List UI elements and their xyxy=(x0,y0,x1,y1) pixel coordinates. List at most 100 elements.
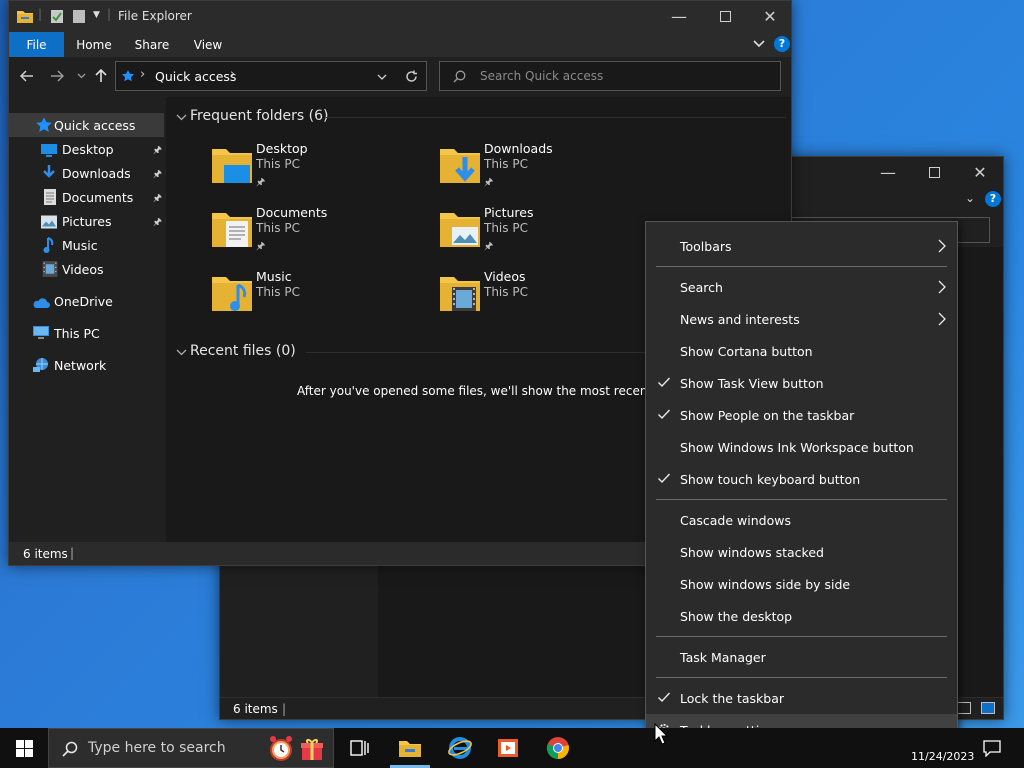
refresh-icon[interactable] xyxy=(405,70,418,83)
forward-arrow-icon[interactable] xyxy=(50,70,64,82)
sidebar-item-network[interactable]: Network xyxy=(9,353,164,377)
menu-item-show-cortana-button[interactable]: Show Cortana button xyxy=(646,335,957,367)
task-view-button[interactable] xyxy=(336,728,384,768)
music-folder-icon xyxy=(212,277,252,311)
expand-ribbon-icon[interactable] xyxy=(753,39,765,49)
folder-name: Music xyxy=(256,269,292,284)
menu-item-label: Toolbars xyxy=(680,238,732,254)
menu-item-show-people-on-the-taskbar[interactable]: Show People on the taskbar xyxy=(646,399,957,431)
file-explorer-icon[interactable] xyxy=(16,8,34,24)
sidebar-item-documents[interactable]: Documents 🖈 xyxy=(9,185,164,209)
properties-icon[interactable] xyxy=(50,9,64,24)
navigation-bar: › Quick access › Search Quick access xyxy=(9,57,791,97)
alarm-clock-icon[interactable] xyxy=(268,735,294,763)
sidebar-item-this-pc[interactable]: This PC xyxy=(9,321,164,345)
search-icon xyxy=(62,741,78,757)
menu-item-news-and-interests[interactable]: News and interests xyxy=(646,303,957,335)
close-button[interactable]: ✕ xyxy=(957,157,1003,187)
sidebar-item-videos[interactable]: Videos xyxy=(9,257,164,281)
sidebar-item-quick-access[interactable]: Quick access xyxy=(9,113,164,137)
folder-tile-downloads[interactable]: Downloads This PC 🖈 xyxy=(438,139,658,195)
frequent-folders-header[interactable]: Frequent folders (6) xyxy=(190,108,329,124)
sidebar-item-music[interactable]: Music xyxy=(9,233,164,257)
task-view-icon xyxy=(350,740,369,756)
menu-item-show-touch-keyboard-button[interactable]: Show touch keyboard button xyxy=(646,463,957,495)
search-box[interactable]: Search Quick access xyxy=(439,61,781,91)
sidebar-item-pictures[interactable]: Pictures 🖈 xyxy=(9,209,164,233)
menu-item-show-windows-ink-workspace-button[interactable]: Show Windows Ink Workspace button xyxy=(646,431,957,463)
folder-tile-pictures[interactable]: Pictures This PC 🖈 xyxy=(438,203,658,259)
maximize-button[interactable] xyxy=(911,157,957,187)
recent-files-header[interactable]: Recent files (0) xyxy=(190,343,296,359)
tab-view-label: View xyxy=(193,37,223,52)
menu-item-label: Show touch keyboard button xyxy=(680,471,861,487)
breadcrumb-separator-icon[interactable]: › xyxy=(230,67,235,82)
chevron-down-icon[interactable]: ⌄ xyxy=(965,191,975,205)
toolbar-divider: | xyxy=(38,7,43,21)
taskbar-search-box[interactable]: Type here to search xyxy=(48,728,334,768)
menu-item-show-task-view-button[interactable]: Show Task View button xyxy=(646,367,957,399)
menu-item-show-windows-side-by-side[interactable]: Show windows side by side xyxy=(646,568,957,600)
minimize-button[interactable]: — xyxy=(865,157,911,187)
breadcrumb-separator-icon[interactable]: › xyxy=(140,67,145,82)
customize-toolbar-icon[interactable]: ▼ xyxy=(93,10,100,20)
taskbar-date[interactable]: 11/24/2023 xyxy=(911,750,974,763)
gift-icon[interactable] xyxy=(300,737,324,761)
taskbar-chrome[interactable] xyxy=(534,728,582,768)
menu-item-show-the-desktop[interactable]: Show the desktop xyxy=(646,600,957,632)
sidebar-item-label: Network xyxy=(54,357,107,373)
help-icon[interactable]: ? xyxy=(774,36,790,52)
folder-tile-videos[interactable]: Videos This PC xyxy=(438,267,658,323)
tab-file[interactable]: File xyxy=(9,32,64,57)
menu-item-search[interactable]: Search xyxy=(646,271,957,303)
menu-item-toolbars[interactable]: Toolbars xyxy=(646,230,957,262)
music-icon xyxy=(43,237,54,253)
chevron-right-icon xyxy=(938,312,946,326)
downloads-icon xyxy=(43,165,55,178)
search-icon xyxy=(453,70,466,83)
menu-item-task-manager[interactable]: Task Manager xyxy=(646,641,957,673)
recent-locations-icon[interactable] xyxy=(77,73,86,79)
tab-share-label: Share xyxy=(134,37,170,52)
collapse-group-icon[interactable] xyxy=(176,114,187,121)
menu-item-show-windows-stacked[interactable]: Show windows stacked xyxy=(646,536,957,568)
sidebar-item-downloads[interactable]: Downloads 🖈 xyxy=(9,161,164,185)
address-bar[interactable]: › Quick access › xyxy=(115,61,427,91)
chevron-right-icon xyxy=(938,239,946,253)
taskbar-file-explorer[interactable] xyxy=(386,728,434,768)
maximize-button[interactable] xyxy=(702,1,748,31)
documents-icon xyxy=(44,189,56,205)
folder-tile-documents[interactable]: Documents This PC 🖈 xyxy=(210,203,430,259)
back-arrow-icon[interactable] xyxy=(20,70,34,82)
address-location[interactable]: Quick access xyxy=(155,69,236,84)
search-placeholder[interactable]: Search Quick access xyxy=(480,69,603,83)
menu-item-cascade-windows[interactable]: Cascade windows xyxy=(646,504,957,536)
title-bar[interactable]: | ▼ | File Explorer — ✕ xyxy=(9,1,791,32)
details-view-icon[interactable] xyxy=(957,702,971,714)
menu-item-label: Search xyxy=(680,279,723,295)
folder-tile-desktop[interactable]: Desktop This PC 🖈 xyxy=(210,139,430,195)
sidebar-item-onedrive[interactable]: OneDrive xyxy=(9,289,164,313)
collapse-group-icon[interactable] xyxy=(176,349,187,356)
taskbar-media-app[interactable] xyxy=(484,728,532,768)
start-button[interactable] xyxy=(0,728,48,768)
tab-share[interactable]: Share xyxy=(127,32,177,57)
close-button[interactable]: ✕ xyxy=(747,1,793,31)
menu-item-lock-the-taskbar[interactable]: Lock the taskbar xyxy=(646,682,957,714)
large-icons-view-icon[interactable] xyxy=(981,702,995,714)
action-center-button[interactable] xyxy=(968,728,1016,768)
maximize-icon xyxy=(928,166,940,178)
minimize-button[interactable]: — xyxy=(656,1,702,31)
tab-view[interactable]: View xyxy=(184,32,232,57)
folder-name: Documents xyxy=(256,205,328,220)
address-dropdown-icon[interactable] xyxy=(377,74,387,81)
taskbar-search-placeholder: Type here to search xyxy=(88,740,226,756)
sidebar-item-desktop[interactable]: Desktop 🖈 xyxy=(9,137,164,161)
new-folder-icon[interactable] xyxy=(72,9,86,24)
menu-separator xyxy=(656,677,947,678)
tab-home[interactable]: Home xyxy=(69,32,119,57)
taskbar-edge[interactable] xyxy=(436,728,484,768)
folder-tile-music[interactable]: Music This PC xyxy=(210,267,430,323)
up-arrow-icon[interactable] xyxy=(95,69,107,83)
help-icon[interactable]: ? xyxy=(985,191,1001,207)
